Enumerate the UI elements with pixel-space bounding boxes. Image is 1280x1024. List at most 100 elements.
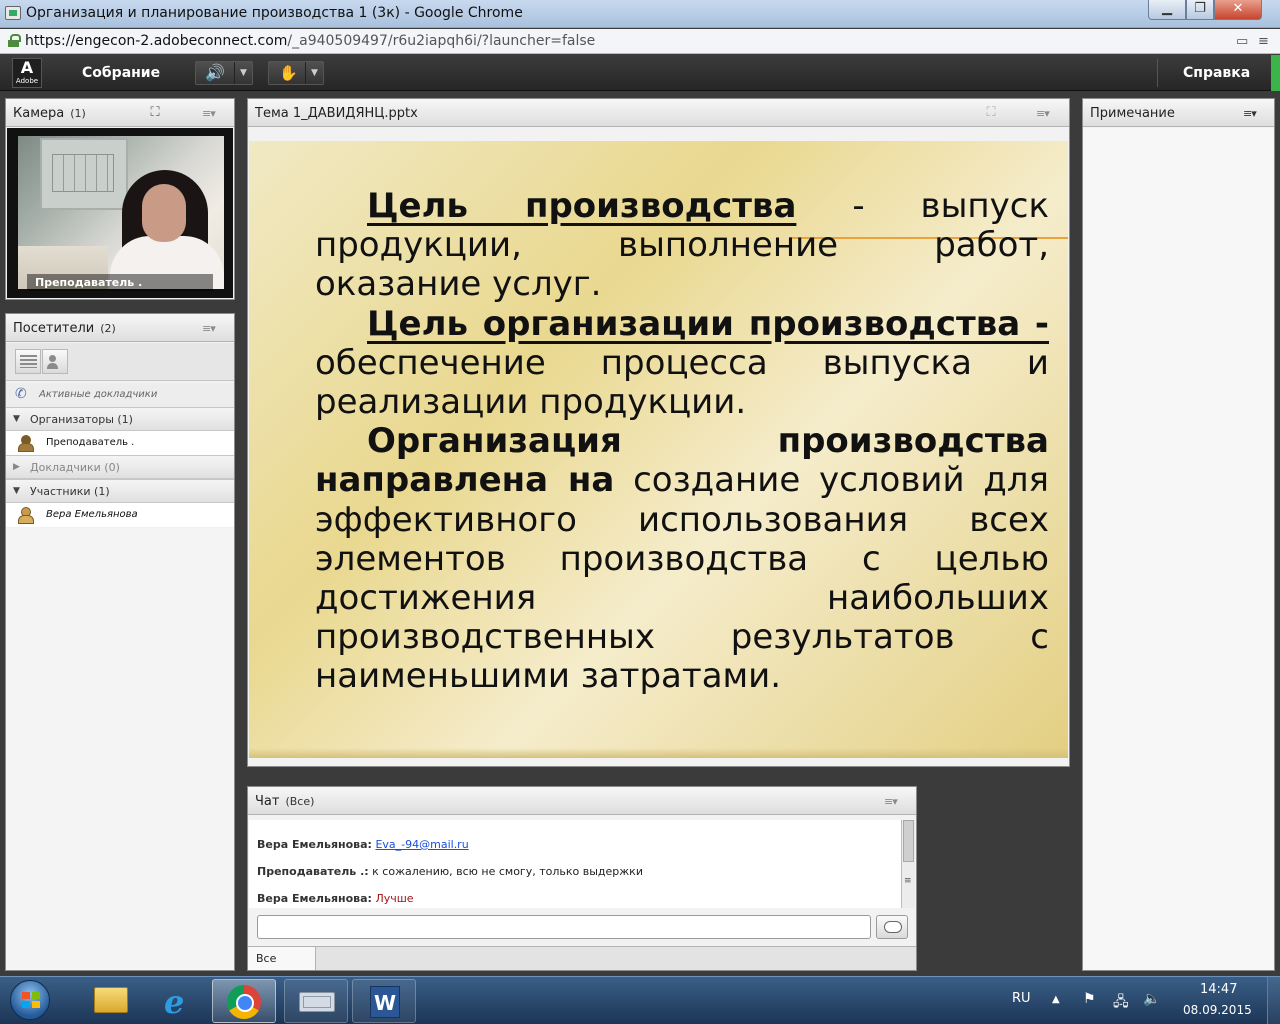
send-message-button[interactable] xyxy=(876,915,908,939)
scroll-grip-icon: ≡ xyxy=(904,876,912,886)
expand-triangle-icon[interactable]: ▼ xyxy=(13,486,20,496)
group-presenters[interactable]: ▶ Докладчики (0) xyxy=(6,455,234,479)
attendees-pod-title: Посетители xyxy=(13,321,95,336)
slide-paragraph: Организация производства направлена на с… xyxy=(315,422,1049,696)
video-name-label: Преподаватель . xyxy=(27,274,213,291)
chat-message: Преподаватель .: к сожалению, всю не смо… xyxy=(257,865,643,878)
connection-status-indicator xyxy=(1271,55,1280,91)
window-titlebar: Организация и планирование производства … xyxy=(0,0,1280,28)
clock-date[interactable]: 08.09.2015 xyxy=(1183,1003,1252,1017)
attendees-pod: Посетители (2) ≡▾ ✆ Активные докладчики ▼… xyxy=(5,313,235,971)
network-icon[interactable]: 🖧 xyxy=(1113,991,1129,1015)
active-speakers-row: ✆ Активные докладчики xyxy=(6,383,234,407)
help-menu[interactable]: Справка xyxy=(1183,65,1250,81)
list-item[interactable]: Вера Емельянова xyxy=(6,503,234,527)
share-pod: Тема 1_ДАВИДЯНЦ.pptx ⛶ ≡▾ Цель производс… xyxy=(247,98,1070,767)
minimize-button[interactable]: ▁ xyxy=(1148,0,1186,20)
explorer-taskbar-button[interactable] xyxy=(78,979,142,1023)
chat-text: к сожалению, всю не смогу, только выдерж… xyxy=(372,865,643,878)
chat-scrollbar[interactable]: ≡ xyxy=(901,820,915,908)
pod-menu-icon[interactable]: ≡▾ xyxy=(1036,107,1050,120)
meeting-menu[interactable]: Собрание xyxy=(82,65,160,81)
attendee-name: Вера Емельянова xyxy=(46,509,138,520)
pod-menu-icon[interactable]: ≡▾ xyxy=(1243,107,1257,120)
chrome-menu-icon[interactable]: ≡ xyxy=(1258,34,1269,49)
chrome-taskbar-button[interactable] xyxy=(212,979,276,1023)
pod-header: Тема 1_ДАВИДЯНЦ.pptx ⛶ ≡▾ xyxy=(248,99,1069,127)
chat-tabbar xyxy=(248,946,916,970)
adobe-logo-letter: A xyxy=(20,58,34,77)
chat-scope: (Все) xyxy=(285,795,315,808)
start-button[interactable] xyxy=(4,979,56,1023)
pod-title: Чат (Все) xyxy=(255,794,314,809)
system-tray: RU ▲ ⚑ 🖧 🔈 14:47 08.09.2015 xyxy=(1000,977,1280,1024)
speaker-icon: 🔊 xyxy=(205,63,225,82)
chat-input[interactable] xyxy=(257,915,871,939)
camera-pod: Камера (1) ⛶ ≡▾ Преподаватель . xyxy=(5,98,235,300)
video-whiteboard xyxy=(40,138,128,210)
slide-paragraph: Цель производства - выпуск продукции, вы… xyxy=(315,186,1049,305)
windows-taskbar: e W RU ▲ ⚑ 🖧 🔈 14:47 08.09.2015 xyxy=(0,976,1280,1024)
adobe-logo-text: Adobe xyxy=(15,77,39,85)
pod-menu-icon[interactable]: ≡▾ xyxy=(202,107,216,120)
address-bar[interactable]: https://engecon-2.adobeconnect.com/_a940… xyxy=(0,29,1280,54)
chat-text: Лучше xyxy=(375,892,414,905)
volume-icon[interactable]: 🔈 xyxy=(1143,991,1160,1007)
menubar-divider xyxy=(1157,59,1158,87)
host-avatar-icon xyxy=(18,435,34,452)
word-taskbar-button[interactable]: W xyxy=(352,979,416,1023)
group-hosts[interactable]: ▼ Организаторы (1) xyxy=(6,407,234,431)
keyboard-icon xyxy=(299,992,335,1012)
maximize-button[interactable]: ❐ xyxy=(1186,0,1214,20)
show-desktop-button[interactable] xyxy=(1267,977,1280,1024)
chat-author: Преподаватель .: xyxy=(257,865,369,878)
user-view-icon[interactable] xyxy=(42,349,68,374)
chat-pod: Чат (Все) ≡▾ Вера Емельянова: Eva_-94@mai… xyxy=(247,786,917,971)
show-hidden-icons-icon[interactable]: ▲ xyxy=(1052,994,1060,1005)
pod-header: Чат (Все) ≡▾ xyxy=(248,787,916,815)
keyboard-taskbar-button[interactable] xyxy=(284,979,348,1023)
phone-icon: ✆ xyxy=(15,386,27,402)
adobe-connect-favicon-icon xyxy=(5,6,21,20)
chat-email-link[interactable]: Eva_-94@mail.ru xyxy=(375,838,468,851)
group-label: Докладчики (0) xyxy=(30,461,120,474)
internet-explorer-icon: e xyxy=(164,983,185,1021)
language-indicator[interactable]: RU xyxy=(1012,991,1031,1006)
share-pod-title: Тема 1_ДАВИДЯНЦ.pptx xyxy=(255,106,418,121)
chevron-down-icon[interactable]: ▼ xyxy=(305,62,323,84)
video-person-face xyxy=(142,184,186,242)
ie-taskbar-button[interactable]: e xyxy=(146,979,210,1023)
close-button[interactable]: ✕ xyxy=(1214,0,1262,20)
fullscreen-icon[interactable]: ⛶ xyxy=(982,105,1000,121)
pod-menu-icon[interactable]: ≡▾ xyxy=(202,322,216,335)
collapse-triangle-icon[interactable]: ▶ xyxy=(13,462,20,472)
clock-time[interactable]: 14:47 xyxy=(1200,982,1237,997)
page-action-icon[interactable]: ▭ xyxy=(1236,34,1248,49)
microphone-button[interactable]: ✋ ▼ xyxy=(268,61,324,85)
attendees-toolbar xyxy=(6,343,234,381)
fullscreen-icon[interactable]: ⛶ xyxy=(146,105,164,121)
url-text[interactable]: https://engecon-2.adobeconnect.com/_a940… xyxy=(25,33,595,49)
expand-triangle-icon[interactable]: ▼ xyxy=(13,414,20,424)
pod-header: Примечание ≡▾ xyxy=(1083,99,1274,127)
scrollbar-thumb[interactable] xyxy=(903,820,914,862)
group-participants[interactable]: ▼ Участники (1) xyxy=(6,479,234,503)
action-center-flag-icon[interactable]: ⚑ xyxy=(1083,991,1096,1007)
notes-body[interactable] xyxy=(1083,128,1274,970)
group-label: Участники (1) xyxy=(30,485,110,498)
list-item[interactable]: Преподаватель . xyxy=(6,431,234,455)
pod-menu-icon[interactable]: ≡▾ xyxy=(884,795,898,808)
presentation-slide: Цель производства - выпуск продукции, вы… xyxy=(249,141,1068,758)
windows-logo-icon xyxy=(10,980,50,1020)
chat-author: Вера Емельянова: xyxy=(257,838,372,851)
slide-bottom-edge xyxy=(249,748,1068,758)
chevron-down-icon[interactable]: ▼ xyxy=(234,62,252,84)
pod-title: Посетители (2) xyxy=(13,321,116,336)
chat-message: Вера Емельянова: Eva_-94@mail.ru xyxy=(257,838,469,851)
list-view-icon[interactable] xyxy=(15,349,41,374)
attendees-list-empty-area xyxy=(6,528,234,970)
window-title: Организация и планирование производства … xyxy=(26,5,523,21)
tab-all[interactable]: Все xyxy=(248,946,316,970)
adobe-logo: A Adobe xyxy=(12,58,42,88)
speaker-button[interactable]: 🔊 ▼ xyxy=(195,61,253,85)
